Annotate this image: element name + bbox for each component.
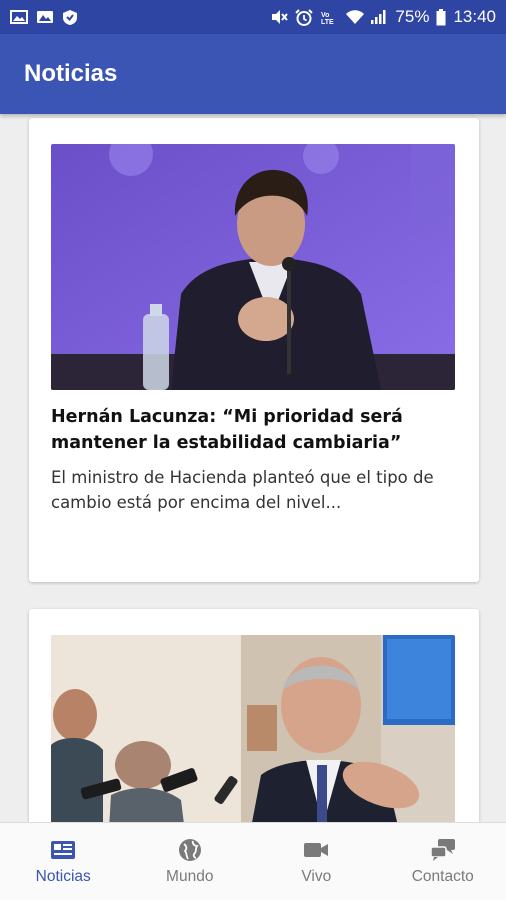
news-feed[interactable]: Hernán Lacunza: “Mi prioridad será mante…	[0, 114, 506, 822]
globe-icon	[177, 838, 203, 862]
chat-icon	[430, 838, 456, 862]
article-summary: El ministro de Hacienda planteó que el t…	[51, 468, 434, 512]
battery-percent: 75%	[395, 7, 430, 26]
video-camera-icon	[303, 838, 329, 862]
nav-item-mundo[interactable]: Mundo	[127, 823, 254, 900]
nav-item-noticias[interactable]: Noticias	[0, 823, 127, 900]
nav-label-noticias: Noticias	[35, 867, 91, 885]
article-card[interactable]: Hernán Lacunza: “Mi prioridad será mante…	[29, 118, 479, 582]
battery-icon	[436, 9, 446, 26]
image-icon	[10, 9, 28, 25]
svg-text:LTE: LTE	[321, 19, 334, 25]
app-bar: Noticias	[0, 34, 506, 114]
signal-icon	[370, 9, 388, 25]
shield-icon	[62, 9, 80, 25]
nav-label-contacto: Contacto	[411, 867, 474, 885]
system-indicators: Vo LTE 75% 13:40	[270, 7, 496, 27]
article-image[interactable]	[51, 144, 455, 390]
status-bar: Vo LTE 75% 13:40	[0, 0, 506, 34]
clock: 13:40	[453, 7, 496, 26]
nav-item-contacto[interactable]: Contacto	[380, 823, 506, 900]
gallery-icon	[36, 9, 54, 25]
article-image[interactable]	[51, 635, 455, 822]
article-card[interactable]	[29, 609, 479, 822]
nav-label-vivo: Vivo	[301, 867, 332, 885]
bottom-navigation: Noticias Mundo Vivo Contacto	[0, 822, 506, 900]
svg-text:Vo: Vo	[321, 12, 329, 19]
notification-icons	[10, 9, 80, 25]
volte-icon: Vo LTE	[320, 9, 338, 26]
newspaper-icon	[50, 838, 76, 862]
article-headline[interactable]: Hernán Lacunza: “Mi prioridad será mante…	[51, 404, 457, 456]
mute-icon	[270, 9, 289, 25]
alarm-icon	[295, 9, 314, 26]
nav-item-vivo[interactable]: Vivo	[253, 823, 380, 900]
wifi-icon	[345, 9, 365, 25]
nav-label-mundo: Mundo	[166, 867, 214, 885]
page-title: Noticias	[24, 60, 118, 87]
